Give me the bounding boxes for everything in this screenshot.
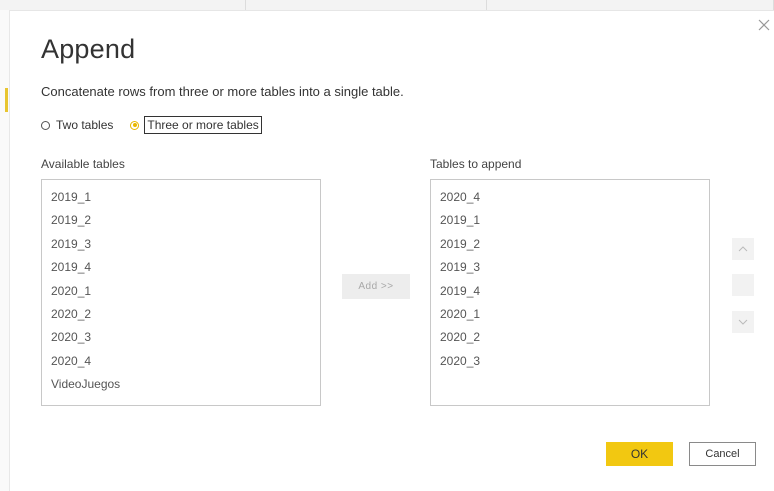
dialog-description: Concatenate rows from three or more tabl… <box>41 84 404 99</box>
radio-three-or-more-tables[interactable]: Three or more tables <box>130 116 262 134</box>
remove-button[interactable] <box>732 274 754 296</box>
left-edge-strip <box>0 10 10 491</box>
move-down-button[interactable] <box>732 311 754 333</box>
tables-to-append-list[interactable]: 2020_4 2019_1 2019_2 2019_3 2019_4 2020_… <box>430 179 710 406</box>
window-top-bar <box>0 0 774 11</box>
append-table-item[interactable]: 2020_3 <box>440 350 709 373</box>
add-button[interactable]: Add >> <box>342 274 410 299</box>
available-table-item[interactable]: 2019_1 <box>51 186 320 209</box>
available-table-item[interactable]: 2019_3 <box>51 233 320 256</box>
append-table-item[interactable]: 2019_2 <box>440 233 709 256</box>
cancel-button[interactable]: Cancel <box>689 442 756 466</box>
move-up-button[interactable] <box>732 238 754 260</box>
radio-unselected-icon <box>41 120 50 130</box>
table-count-options: Two tables Three or more tables <box>41 116 262 134</box>
available-table-item[interactable]: VideoJuegos <box>51 373 320 396</box>
move-up-icon <box>738 246 748 252</box>
append-table-item[interactable]: 2019_3 <box>440 256 709 279</box>
available-tables-list[interactable]: 2019_1 2019_2 2019_3 2019_4 2020_1 2020_… <box>41 179 321 406</box>
available-tables-label: Available tables <box>41 157 125 171</box>
move-down-icon <box>738 319 748 325</box>
close-icon[interactable] <box>758 18 770 31</box>
append-table-item[interactable]: 2019_4 <box>440 280 709 303</box>
tables-to-append-label: Tables to append <box>430 157 522 171</box>
radio-two-tables-label: Two tables <box>56 118 114 132</box>
available-table-item[interactable]: 2019_2 <box>51 209 320 232</box>
available-table-item[interactable]: 2020_2 <box>51 303 320 326</box>
append-table-item[interactable]: 2020_4 <box>440 186 709 209</box>
available-table-item[interactable]: 2019_4 <box>51 256 320 279</box>
append-table-item[interactable]: 2019_1 <box>440 209 709 232</box>
available-table-item[interactable]: 2020_1 <box>51 280 320 303</box>
ok-button[interactable]: OK <box>606 442 673 466</box>
radio-three-or-more-label: Three or more tables <box>144 116 262 134</box>
radio-selected-icon <box>130 120 140 130</box>
dialog-title: Append <box>41 34 136 64</box>
available-table-item[interactable]: 2020_3 <box>51 326 320 349</box>
available-table-item[interactable]: 2020_4 <box>51 350 320 373</box>
append-table-item[interactable]: 2020_2 <box>440 326 709 349</box>
radio-two-tables[interactable]: Two tables <box>41 118 113 132</box>
append-table-item[interactable]: 2020_1 <box>440 303 709 326</box>
